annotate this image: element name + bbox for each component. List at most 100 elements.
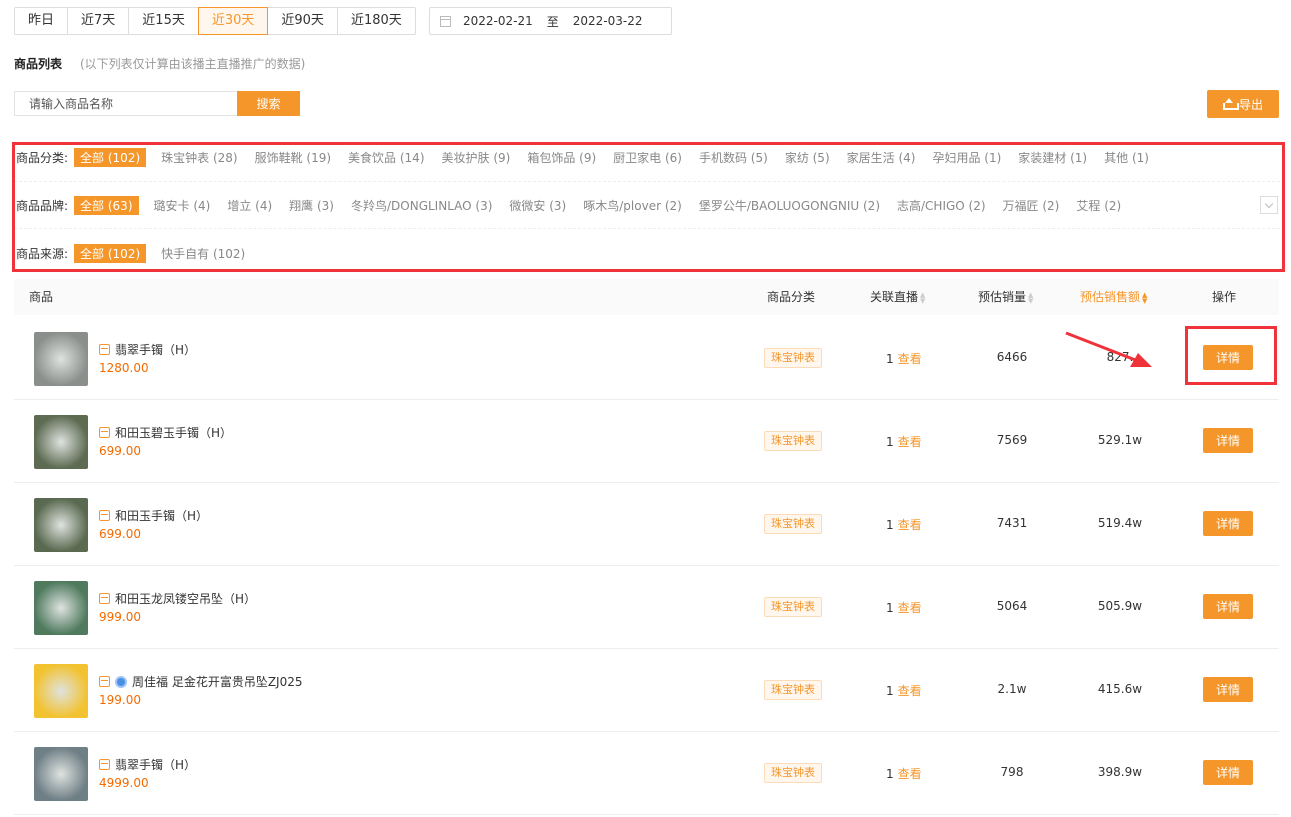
filter-highlight-box xyxy=(12,142,1285,272)
product-price: 199.00 xyxy=(99,693,141,707)
product-name[interactable]: 翡翠手镯（H） xyxy=(99,341,196,358)
estimated-sales: 798 xyxy=(1000,765,1024,779)
header-sales-label: 预估销量 xyxy=(978,290,1027,304)
product-price: 1280.00 xyxy=(99,361,149,375)
detail-button[interactable]: 详情 xyxy=(1203,760,1253,785)
category-tag: 珠宝钟表 xyxy=(764,763,822,783)
product-name-text: 周佳福 足金花开富贵吊坠ZJ025 xyxy=(132,675,303,689)
sort-icon[interactable]: ▲ ▼ xyxy=(1142,291,1147,304)
view-link[interactable]: 查看 xyxy=(898,518,922,532)
shop-icon xyxy=(99,427,110,438)
live-count-value: 1 xyxy=(886,767,894,781)
shop-icon xyxy=(99,510,110,521)
table-row: 和田玉碧玉手镯（H） 699.00 珠宝钟表 1 查看 7569 529.1w 详情 xyxy=(14,400,1279,483)
product-thumbnail[interactable] xyxy=(34,332,88,386)
detail-button[interactable]: 详情 xyxy=(1203,428,1253,453)
product-name[interactable]: 和田玉手镯（H） xyxy=(99,507,208,524)
live-count: 1 查看 xyxy=(886,516,922,533)
live-count: 1 查看 xyxy=(886,682,922,699)
product-name[interactable]: 和田玉碧玉手镯（H） xyxy=(99,424,232,441)
view-link[interactable]: 查看 xyxy=(898,684,922,698)
brand-badge-icon xyxy=(115,675,127,688)
tab-30-days[interactable]: 近30天 xyxy=(197,7,269,35)
sort-icon[interactable]: ▲ ▼ xyxy=(1028,291,1033,304)
date-range-tabs: 昨日 近7天 近15天 近30天 近90天 近180天 xyxy=(14,7,416,35)
header-sales[interactable]: 预估销量 ▲ ▼ xyxy=(978,279,1033,315)
estimated-amount: 529.1w xyxy=(1097,433,1143,447)
header-live[interactable]: 关联直播 ▲ ▼ xyxy=(870,279,925,315)
estimated-sales: 7431 xyxy=(996,516,1028,530)
product-name-text: 翡翠手镯（H） xyxy=(115,343,197,357)
table-row: 周佳福 足金花开富贵吊坠ZJ025 199.00 珠宝钟表 1 查看 2.1w 415.6w… xyxy=(14,649,1279,732)
red-arrow-annotation xyxy=(1065,331,1152,367)
tab-7-days[interactable]: 近7天 xyxy=(67,7,130,35)
table-header: 商品 商品分类 关联直播 ▲ ▼ 预估销量 ▲ ▼ 预估销售额 ▲ ▼ 操作 xyxy=(14,279,1279,315)
product-price: 699.00 xyxy=(99,527,141,541)
product-name[interactable]: 翡翠手镯（H） xyxy=(99,756,196,773)
tab-90-days[interactable]: 近90天 xyxy=(267,7,338,35)
live-count: 1 查看 xyxy=(886,350,922,367)
estimated-sales: 7569 xyxy=(996,433,1028,447)
estimated-amount: 505.9w xyxy=(1097,599,1143,613)
tab-15-days[interactable]: 近15天 xyxy=(128,7,199,35)
search-button[interactable]: 搜索 xyxy=(237,91,300,116)
detail-button[interactable]: 详情 xyxy=(1203,594,1253,619)
upload-icon xyxy=(1222,98,1239,110)
search-input[interactable] xyxy=(14,91,238,116)
table-row: 翡翠手镯（H） 4999.00 珠宝钟表 1 查看 798 398.9w 详情 xyxy=(14,732,1279,815)
category-tag: 珠宝钟表 xyxy=(764,514,822,534)
view-link[interactable]: 查看 xyxy=(898,352,922,366)
product-price: 999.00 xyxy=(99,610,141,624)
shop-icon xyxy=(99,344,110,355)
view-link[interactable]: 查看 xyxy=(898,767,922,781)
product-name[interactable]: 周佳福 足金花开富贵吊坠ZJ025 xyxy=(99,673,302,690)
detail-highlight-box xyxy=(1185,326,1277,385)
tab-yesterday[interactable]: 昨日 xyxy=(14,7,69,35)
export-button[interactable]: 导出 xyxy=(1207,90,1279,118)
export-label: 导出 xyxy=(1238,97,1263,112)
tab-180-days[interactable]: 近180天 xyxy=(336,7,416,35)
product-name[interactable]: 和田玉龙凤镂空吊坠（H） xyxy=(99,590,256,607)
header-action: 操作 xyxy=(1212,290,1237,304)
section-title: 商品列表 xyxy=(14,57,63,71)
end-date[interactable]: 2022-03-22 xyxy=(573,14,643,28)
table-row: 和田玉手镯（H） 699.00 珠宝钟表 1 查看 7431 519.4w 详情 xyxy=(14,483,1279,566)
header-product: 商品 xyxy=(29,290,54,304)
product-thumbnail[interactable] xyxy=(34,747,88,801)
product-name-text: 和田玉碧玉手镯（H） xyxy=(115,426,233,440)
live-count-value: 1 xyxy=(886,435,894,449)
category-tag: 珠宝钟表 xyxy=(764,348,822,368)
header-category: 商品分类 xyxy=(767,290,816,304)
live-count-value: 1 xyxy=(886,518,894,532)
start-date[interactable]: 2022-02-21 xyxy=(463,14,533,28)
product-thumbnail[interactable] xyxy=(34,581,88,635)
estimated-amount: 398.9w xyxy=(1097,765,1143,779)
estimated-amount: 519.4w xyxy=(1097,516,1143,530)
header-amount[interactable]: 预估销售额 ▲ ▼ xyxy=(1080,279,1147,315)
category-tag: 珠宝钟表 xyxy=(764,431,822,451)
section-note: (以下列表仅计算由该播主直播推广的数据) xyxy=(80,57,306,71)
product-price: 699.00 xyxy=(99,444,141,458)
view-link[interactable]: 查看 xyxy=(898,435,922,449)
product-name-text: 和田玉龙凤镂空吊坠（H） xyxy=(115,592,257,606)
header-live-label: 关联直播 xyxy=(870,290,919,304)
product-thumbnail[interactable] xyxy=(34,664,88,718)
estimated-amount: 415.6w xyxy=(1097,682,1143,696)
live-count: 1 查看 xyxy=(886,599,922,616)
live-count-value: 1 xyxy=(886,601,894,615)
shop-icon xyxy=(99,676,110,687)
category-tag: 珠宝钟表 xyxy=(764,597,822,617)
estimated-sales: 5064 xyxy=(996,599,1028,613)
view-link[interactable]: 查看 xyxy=(898,601,922,615)
detail-button[interactable]: 详情 xyxy=(1203,677,1253,702)
date-range-picker[interactable]: 2022-02-21 至 2022-03-22 xyxy=(429,7,672,35)
live-count-value: 1 xyxy=(886,352,894,366)
product-thumbnail[interactable] xyxy=(34,498,88,552)
product-thumbnail[interactable] xyxy=(34,415,88,469)
estimated-sales: 2.1w xyxy=(997,682,1027,696)
product-name-text: 和田玉手镯（H） xyxy=(115,509,209,523)
detail-button[interactable]: 详情 xyxy=(1203,511,1253,536)
live-count: 1 查看 xyxy=(886,433,922,450)
product-price: 4999.00 xyxy=(99,776,149,790)
sort-icon[interactable]: ▲ ▼ xyxy=(920,291,925,304)
